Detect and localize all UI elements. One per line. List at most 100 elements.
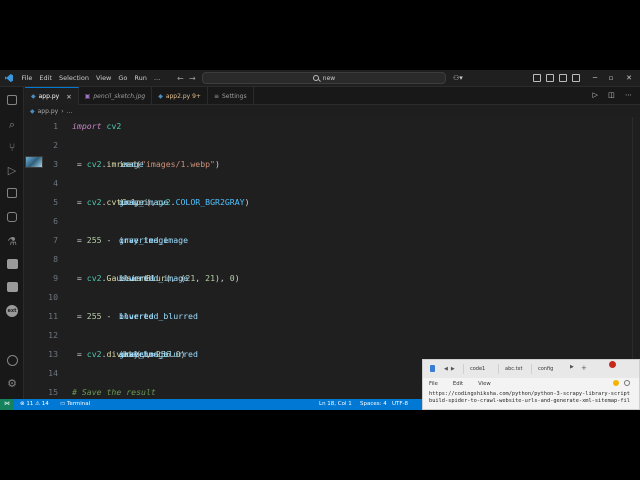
- encoding[interactable]: UTF-8: [392, 399, 408, 410]
- notepad-tab[interactable]: code1: [463, 364, 491, 374]
- search-icon: [312, 75, 319, 81]
- search-text: new: [322, 74, 336, 82]
- forward-arrow-icon[interactable]: →: [185, 74, 200, 83]
- code-token: cv2: [86, 273, 102, 283]
- toggle-sidebar-icon[interactable]: [533, 74, 541, 82]
- testing-icon[interactable]: ⚗: [5, 235, 19, 249]
- notepad-menu-edit[interactable]: Edit: [453, 381, 463, 387]
- code-line[interactable]: 8: [25, 250, 640, 269]
- notepad-text-line: build-spider-to-crawl-website-urls-and-g…: [429, 398, 630, 404]
- account-icon[interactable]: [6, 355, 18, 366]
- vscode-window: File Edit Selection View Go Run … ← → ne…: [0, 70, 640, 410]
- line-number: 12: [48, 330, 58, 340]
- line-number: 4: [53, 178, 58, 188]
- menu-go[interactable]: Go: [115, 70, 131, 87]
- code-line[interactable]: 12: [25, 326, 640, 345]
- code-line[interactable]: 1 import cv2: [25, 117, 640, 136]
- notepad-tab-bar: ◀ ▶ code1 abc.txt config ▶ +: [423, 360, 639, 378]
- code-token: ): [234, 273, 240, 283]
- code-token: # Save the result: [72, 387, 156, 397]
- python-icon: ◆: [31, 93, 36, 100]
- code-line[interactable]: 7 inverted_image = 255 - gray_image: [25, 231, 640, 250]
- problems-indicator[interactable]: ⊗ 11 ⚠ 14: [20, 399, 49, 410]
- menu-view[interactable]: View: [92, 70, 114, 87]
- code-line[interactable]: 4: [25, 174, 640, 193]
- command-center-search[interactable]: new: [202, 72, 446, 84]
- remote-indicator-icon[interactable]: ⋈: [0, 399, 14, 410]
- activity-bar: ⌕ ⑂ ▷ ⚗ ext ⚙: [0, 87, 24, 399]
- code-token: 255: [86, 235, 102, 245]
- code-token: image: [119, 159, 144, 169]
- code-line[interactable]: 2: [25, 136, 640, 155]
- menu-file[interactable]: File: [18, 70, 36, 87]
- editor-scrollbar[interactable]: [632, 117, 640, 399]
- menu-run[interactable]: Run: [131, 70, 150, 87]
- tab-scroll-right-icon[interactable]: ▶: [451, 366, 455, 372]
- customize-layout-icon[interactable]: [572, 74, 580, 82]
- settings-icon[interactable]: [624, 380, 630, 386]
- extensions-icon[interactable]: [7, 188, 17, 198]
- indentation[interactable]: Spaces: 4: [360, 399, 387, 410]
- tab-list-icon[interactable]: ▶: [570, 364, 574, 370]
- line-number: 5: [53, 197, 58, 207]
- code-token: import: [72, 121, 102, 131]
- code-line[interactable]: 9 blurred = cv2.GaussianBlur(inverted_ima…: [25, 269, 640, 288]
- notepad-icon: [429, 364, 437, 374]
- code-token: cv2: [86, 159, 102, 169]
- code-line[interactable]: 6: [25, 212, 640, 231]
- menu-edit[interactable]: Edit: [36, 70, 56, 87]
- copilot-icon[interactable]: [613, 380, 619, 386]
- tab-label: pencil_sketch.jpg: [93, 92, 146, 100]
- tab-app2-py[interactable]: ◆ app2.py 9+: [152, 87, 208, 105]
- line-number: 3: [53, 159, 58, 169]
- notepad-tab[interactable]: config: [531, 364, 559, 374]
- notepad-window[interactable]: ◀ ▶ code1 abc.txt config ▶ + File Edit V…: [422, 359, 640, 410]
- menu-more[interactable]: …: [150, 70, 164, 87]
- code-text: import cv2: [72, 117, 121, 136]
- tab-app-py[interactable]: ◆ app.py ✕: [25, 87, 79, 105]
- tab-scroll-left-icon[interactable]: ◀: [444, 366, 448, 372]
- python-icon: ◆: [158, 92, 163, 100]
- notepad-menu-file[interactable]: File: [429, 381, 438, 387]
- code-token: ),: [215, 273, 230, 283]
- toggle-panel-icon[interactable]: [546, 74, 554, 82]
- breadcrumb-file[interactable]: app.py: [38, 108, 59, 115]
- code-token: =: [72, 311, 87, 321]
- python-icon: ◆: [30, 107, 35, 115]
- terminal-button[interactable]: ▭ Terminal: [60, 399, 90, 410]
- source-control-icon[interactable]: ⑂: [5, 141, 19, 155]
- extension-badge-icon[interactable]: ext: [6, 305, 18, 317]
- toggle-secondary-sidebar-icon[interactable]: [559, 74, 567, 82]
- cursor-position[interactable]: Ln 18, Col 1: [319, 399, 352, 410]
- code-editor[interactable]: 1 import cv2 2 3 image = cv2.imread("images/…: [25, 117, 640, 399]
- code-line[interactable]: 5 gray_image = cv2.cvtColor(image ,cv2.COL…: [25, 193, 640, 212]
- notepad-tab[interactable]: abc.txt: [498, 364, 528, 374]
- extension-tile-icon[interactable]: [6, 259, 18, 269]
- tab-settings[interactable]: ≡ Settings: [208, 87, 254, 105]
- tab-close-icon[interactable]: ✕: [66, 93, 71, 101]
- code-token: image: [119, 197, 144, 207]
- notepad-text[interactable]: https://codingshiksha.com/python/python-…: [423, 389, 639, 407]
- line-number: 8: [53, 254, 58, 264]
- code-token: =: [72, 235, 87, 245]
- code-line[interactable]: 11 inverted_blurred = 255 - blurred: [25, 307, 640, 326]
- tab-pencil-sketch[interactable]: ▣ pencil_sketch.jpg: [79, 87, 153, 105]
- code-line[interactable]: 10: [25, 288, 640, 307]
- extension-panel-icon[interactable]: [6, 282, 18, 292]
- code-line[interactable]: 3 image = cv2.imread("images/1.webp"): [25, 155, 640, 174]
- run-debug-icon[interactable]: ▷: [5, 164, 19, 178]
- new-tab-icon[interactable]: +: [581, 364, 587, 372]
- remote-explorer-icon[interactable]: [7, 212, 17, 222]
- breadcrumb-symbol[interactable]: …: [67, 108, 73, 115]
- close-icon[interactable]: ✕: [618, 70, 640, 87]
- line-number: 11: [48, 311, 58, 321]
- explorer-icon[interactable]: [7, 95, 17, 105]
- copilot-icon[interactable]: ⚇▾: [453, 74, 463, 82]
- gear-icon[interactable]: ⚙: [5, 377, 19, 391]
- code-token: blurred: [119, 311, 154, 321]
- close-icon[interactable]: [609, 361, 616, 368]
- search-icon[interactable]: ⌕: [5, 118, 19, 132]
- menu-selection[interactable]: Selection: [55, 70, 92, 87]
- notepad-menu-view[interactable]: View: [478, 381, 491, 387]
- editor-actions-icon[interactable]: ▷ ◫ ⋯: [593, 91, 636, 99]
